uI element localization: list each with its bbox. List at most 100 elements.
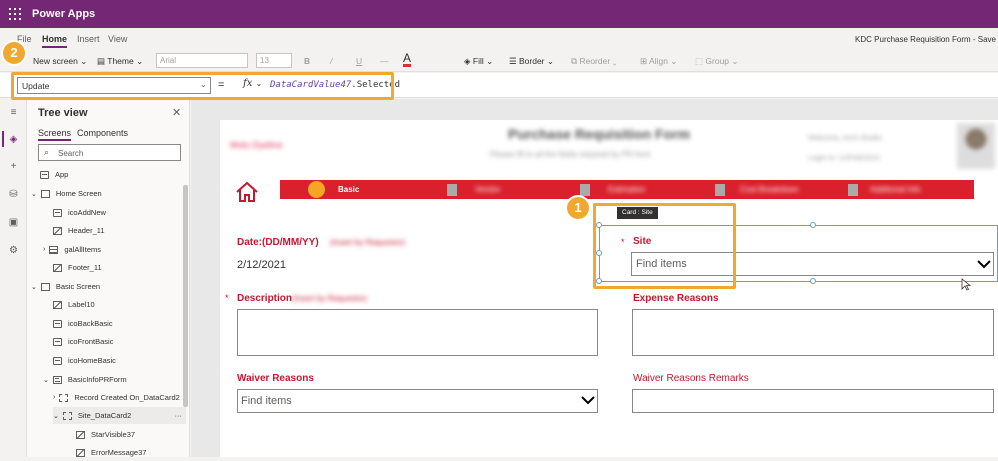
fill-button[interactable]: ◈ Fill ⌄ — [464, 56, 493, 67]
tree-item-label: icoHomeBasic — [68, 356, 116, 365]
home-icon[interactable] — [235, 180, 259, 204]
media-icon[interactable]: ▣ — [7, 217, 20, 228]
close-icon[interactable]: ✕ — [172, 106, 181, 119]
tree-item-icoaddnew[interactable]: icoAddNew — [53, 204, 186, 221]
nav-tab-basic[interactable]: Basic — [338, 185, 359, 194]
tree-item-label: Record Created On_DataCard2 — [74, 393, 180, 402]
screen-icon — [40, 282, 50, 291]
font-select[interactable]: Arial — [156, 53, 248, 68]
tree-item-icohomebasic[interactable]: icoHomeBasic — [53, 352, 186, 369]
tree-item-basic-screen[interactable]: ⌄ Basic Screen — [31, 278, 186, 295]
tree-item-label: Home Screen — [55, 189, 102, 198]
chevron-down-icon[interactable] — [581, 396, 595, 405]
resize-handle[interactable] — [810, 278, 816, 284]
description-hint: (Insert by Requestor) — [292, 294, 368, 303]
tree-item-basicinfoprform[interactable]: ⌄ BasicInfoPRForm — [43, 371, 186, 388]
app-title: Power Apps — [32, 8, 96, 20]
more-options-icon[interactable]: ··· — [175, 411, 183, 420]
tree-item-label: BasicInfoPRForm — [67, 375, 127, 384]
bold-button[interactable]: B — [304, 56, 310, 66]
tree-item-icofrontbasic[interactable]: icoFrontBasic — [53, 333, 186, 350]
date-value[interactable]: 2/12/2021 — [237, 259, 286, 271]
group-button[interactable]: ⬚ Group ⌄ — [695, 56, 739, 67]
tree-item-errormessage37[interactable]: ErrorMessage37 — [76, 444, 186, 461]
tree-item-home-screen[interactable]: ⌄ Home Screen — [31, 185, 186, 202]
nav-tab-additional-info[interactable]: Additional Info — [870, 185, 921, 194]
tree-item-icobackbasic[interactable]: icoBackBasic — [53, 315, 186, 332]
chevron-down-icon: ⌄ — [31, 283, 37, 291]
database-icon[interactable]: ⛁ — [7, 189, 20, 200]
border-button[interactable]: ☰ Border ⌄ — [509, 56, 554, 67]
tab-home[interactable]: Home — [42, 34, 68, 48]
tab-screens[interactable]: Screens — [38, 128, 72, 141]
app-icon — [40, 170, 49, 179]
tab-view[interactable]: View — [108, 34, 127, 44]
theme-label: Theme — [107, 56, 134, 66]
underline-button[interactable]: U — [356, 56, 362, 66]
new-screen-button[interactable]: New screen ⌄ — [33, 56, 87, 67]
label-icon — [53, 300, 62, 309]
tree-item-label10[interactable]: Label10 — [53, 296, 186, 313]
control-icon — [53, 337, 62, 346]
waiver-remarks-input[interactable] — [632, 389, 994, 413]
form-subtitle: Please fill in all the fields required b… — [490, 150, 651, 159]
tools-icon[interactable]: ⚙ — [7, 245, 20, 256]
nav-tab-vendor[interactable]: Vendor — [475, 185, 500, 194]
tree-item-starvisible37[interactable]: StarVisible37 — [76, 426, 186, 443]
tree-item-footer11[interactable]: Footer_11 — [53, 259, 186, 276]
layers-icon[interactable]: ◈ — [7, 134, 20, 145]
italic-button[interactable]: / — [330, 56, 332, 66]
nav-tab-cost-breakdown[interactable]: Cost Breakdown — [740, 185, 799, 194]
tree-item-label: icoAddNew — [68, 208, 106, 217]
theme-icon: ▤ — [97, 56, 106, 66]
chevron-right-icon: › — [53, 394, 56, 401]
current-step-indicator — [308, 181, 325, 198]
description-input[interactable] — [237, 309, 598, 356]
chevron-down-icon: ⌄ — [43, 376, 49, 384]
reorder-button[interactable]: ⧉ Reorder ⌄ — [571, 56, 617, 67]
tree-item-header11[interactable]: Header_11 — [53, 222, 186, 239]
active-indicator — [2, 131, 4, 147]
nav-separator — [447, 184, 457, 196]
font-size-select[interactable]: 13 — [256, 53, 292, 68]
fill-label: Fill — [472, 56, 484, 66]
tree-item-label: icoFrontBasic — [68, 337, 114, 346]
search-placeholder: Search — [58, 149, 84, 158]
hamburger-icon[interactable]: ≡ — [7, 107, 20, 118]
nav-separator — [715, 184, 725, 196]
tree-scrollbar[interactable] — [183, 185, 188, 407]
tab-components[interactable]: Components — [77, 128, 128, 138]
tree-item-record-created[interactable]: › Record Created On_DataCard2 — [53, 389, 186, 406]
tab-insert[interactable]: Insert — [77, 34, 100, 44]
nav-separator — [580, 184, 590, 196]
card-icon — [59, 393, 69, 402]
chevron-down-icon: ⌄ — [31, 190, 37, 198]
chevron-down-icon[interactable] — [977, 260, 991, 269]
control-icon — [53, 356, 62, 365]
align-button[interactable]: ⊞ Align ⌄ — [640, 56, 677, 67]
theme-button[interactable]: ▤ Theme ⌄ — [97, 56, 143, 67]
tree-item-galallitems[interactable]: › galAllItems — [43, 241, 186, 258]
font-color-button[interactable]: A — [403, 52, 412, 67]
date-label: Date:(DD/MM/YY) — [237, 237, 319, 248]
control-icon — [53, 208, 62, 217]
border-label: Border — [519, 56, 545, 66]
expense-reasons-input[interactable] — [632, 309, 994, 356]
resize-handle[interactable] — [810, 222, 816, 228]
nav-separator — [848, 184, 858, 196]
nav-tab-estimation[interactable]: Estimation — [608, 185, 645, 194]
company-logo: Moto Dyeline — [230, 140, 283, 150]
strikethrough-button[interactable]: — — [380, 56, 389, 66]
plus-icon[interactable]: + — [7, 161, 20, 172]
expense-reasons-label: Expense Reasons — [633, 293, 719, 304]
tree-item-app[interactable]: App — [40, 166, 186, 183]
tree-item-label: Header_11 — [68, 226, 105, 235]
tree-item-label: Label10 — [68, 300, 95, 309]
control-icon — [53, 319, 62, 328]
app-launcher-icon[interactable] — [9, 8, 21, 20]
tree-item-label: Basic Screen — [55, 282, 101, 291]
mouse-cursor-icon — [961, 278, 971, 291]
form-title: Purchase Requisition Form — [508, 126, 691, 142]
tree-item-site-datacard2[interactable]: ⌄ Site_DataCard2 ··· — [53, 407, 186, 424]
annotation-box-site — [593, 203, 736, 289]
